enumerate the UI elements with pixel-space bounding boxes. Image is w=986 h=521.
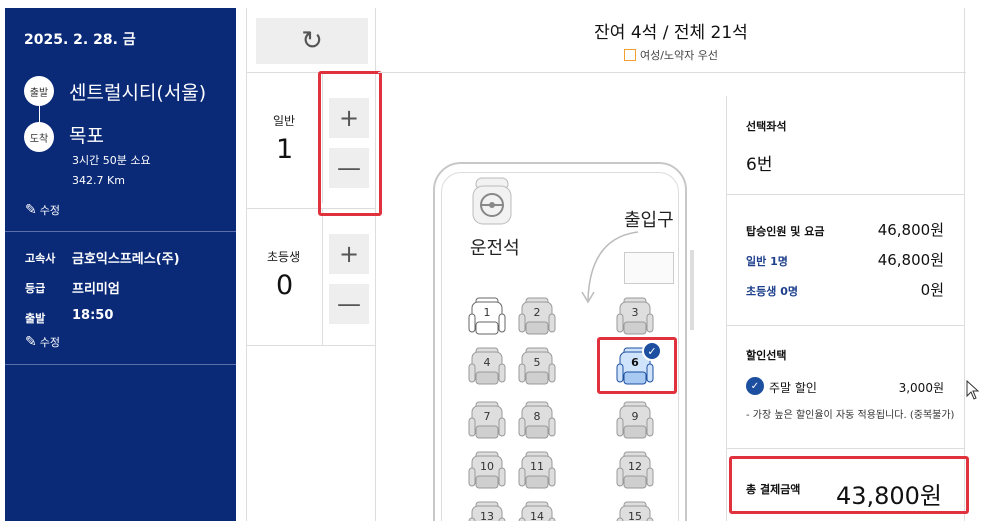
seat-15[interactable]: 15 [615, 500, 655, 521]
grade-value: 프리미엄 [72, 282, 120, 297]
refresh-button[interactable]: ↻ [256, 18, 368, 64]
seat-number: 10 [480, 460, 494, 473]
discount-amount: 3,000원 [898, 381, 944, 395]
seat-13[interactable]: 13 [467, 500, 507, 521]
seat-number: 8 [533, 410, 541, 423]
arrive-badge: 도착 [24, 122, 54, 152]
edit-bus-label: 수정 [39, 336, 60, 349]
seat-7[interactable]: 7 [467, 400, 507, 442]
depart-city: 센트럴시티(서울) [69, 82, 207, 104]
seat-number: 13 [480, 510, 494, 521]
trip-duration: 3시간 50분 소요 [72, 154, 151, 167]
weekend-discount-option[interactable]: 주말 할인 [769, 379, 817, 396]
depart-time-value: 18:50 [72, 308, 114, 323]
highlight-box [318, 71, 382, 216]
edit-bus-link[interactable]: ✎ 수정 [25, 334, 60, 350]
seat-number: 11 [530, 460, 544, 473]
divider [727, 448, 964, 449]
arrive-city: 목포 [69, 125, 104, 147]
adult-fare-label: 일반 1명 [746, 255, 788, 268]
child-minus-button[interactable]: — [329, 284, 369, 324]
mouse-cursor-icon [966, 380, 980, 400]
divider [5, 364, 236, 365]
selected-seat-label: 선택좌석 [746, 120, 787, 133]
seat-number: 12 [628, 460, 642, 473]
seat-availability-title: 잔여 4석 / 전체 21석 [594, 23, 748, 43]
refresh-icon: ↻ [301, 26, 323, 56]
highlight-box [729, 456, 969, 514]
grade-key: 등급 [25, 282, 46, 295]
child-plus-button[interactable]: + [329, 234, 369, 274]
seat-number: 3 [631, 306, 639, 319]
depart-badge: 출발 [24, 76, 54, 106]
fare-total: 46,800원 [877, 221, 944, 239]
seat-number: 2 [533, 306, 541, 319]
fare-label: 탑승인원 및 요금 [746, 225, 825, 238]
child-fare-value: 0원 [920, 281, 944, 299]
adult-label: 일반 [273, 114, 296, 128]
seat-number: 15 [628, 510, 642, 521]
plus-icon: + [338, 240, 360, 268]
company-key: 고속사 [25, 252, 56, 265]
divider [727, 194, 964, 195]
seat-selection-screen: 2025. 2. 28. 금 출발 센트럴시티(서울) 도착 목포 3시간 50… [0, 0, 986, 521]
divider [378, 72, 966, 73]
seat-11[interactable]: 11 [517, 450, 557, 492]
depart-time-key: 출발 [25, 312, 46, 325]
seat-3[interactable]: 3 [615, 296, 655, 338]
pen-icon: ✎ [25, 202, 37, 218]
seat-number: 1 [483, 306, 491, 319]
divider [964, 8, 965, 521]
adult-count: 1 [276, 134, 294, 165]
company-value: 금호익스프레스(주) [72, 252, 180, 267]
divider [247, 345, 375, 346]
adult-fare-value: 46,800원 [877, 251, 944, 269]
pen-icon: ✎ [25, 334, 37, 350]
divider [726, 96, 727, 521]
seat-number: 9 [631, 410, 639, 423]
divider [5, 231, 236, 232]
driver-seat-label: 운전석 [470, 238, 520, 259]
seat-14[interactable]: 14 [517, 500, 557, 521]
divider [727, 325, 964, 326]
seat-number: 4 [483, 356, 491, 369]
child-count: 0 [276, 270, 294, 301]
seat-number: 7 [483, 410, 491, 423]
travel-date: 2025. 2. 28. 금 [24, 32, 136, 48]
selected-seat-value: 6번 [746, 155, 773, 175]
minus-icon: — [337, 290, 361, 318]
edit-route-link[interactable]: ✎ 수정 [25, 202, 60, 218]
seat-2[interactable]: 2 [517, 296, 557, 338]
seat-number: 5 [533, 356, 541, 369]
seat-number: 14 [530, 510, 544, 521]
trip-info-panel: 2025. 2. 28. 금 출발 센트럴시티(서울) 도착 목포 3시간 50… [5, 8, 236, 521]
entrance-step [624, 252, 674, 284]
seat-8[interactable]: 8 [517, 400, 557, 442]
seat-5[interactable]: 5 [517, 346, 557, 388]
priority-seat-swatch [623, 49, 636, 61]
discount-check-icon[interactable]: ✓ [746, 377, 764, 395]
discount-note: - 가장 높은 할인율이 자동 적용됩니다. (중복불가) [746, 410, 955, 421]
discount-label: 할인선택 [746, 349, 787, 362]
seat-4[interactable]: 4 [467, 346, 507, 388]
trip-distance: 342.7 Km [72, 174, 125, 187]
seat-10[interactable]: 10 [467, 450, 507, 492]
seat-1[interactable]: 1 [467, 296, 507, 338]
edit-route-label: 수정 [39, 204, 60, 217]
seat-9[interactable]: 9 [615, 400, 655, 442]
seat-legend: 여성/노약자 우선 [378, 47, 964, 63]
bus-door [690, 250, 694, 330]
divider [322, 209, 323, 345]
steering-wheel-icon [472, 177, 512, 225]
child-fare-label: 초등생 0명 [746, 285, 798, 298]
seat-12[interactable]: 12 [615, 450, 655, 492]
selected-seat-highlight [597, 337, 677, 394]
child-label: 초등생 [267, 250, 301, 264]
legend-label: 여성/노약자 우선 [639, 49, 719, 62]
selected-check-icon: ✓ [642, 341, 662, 361]
